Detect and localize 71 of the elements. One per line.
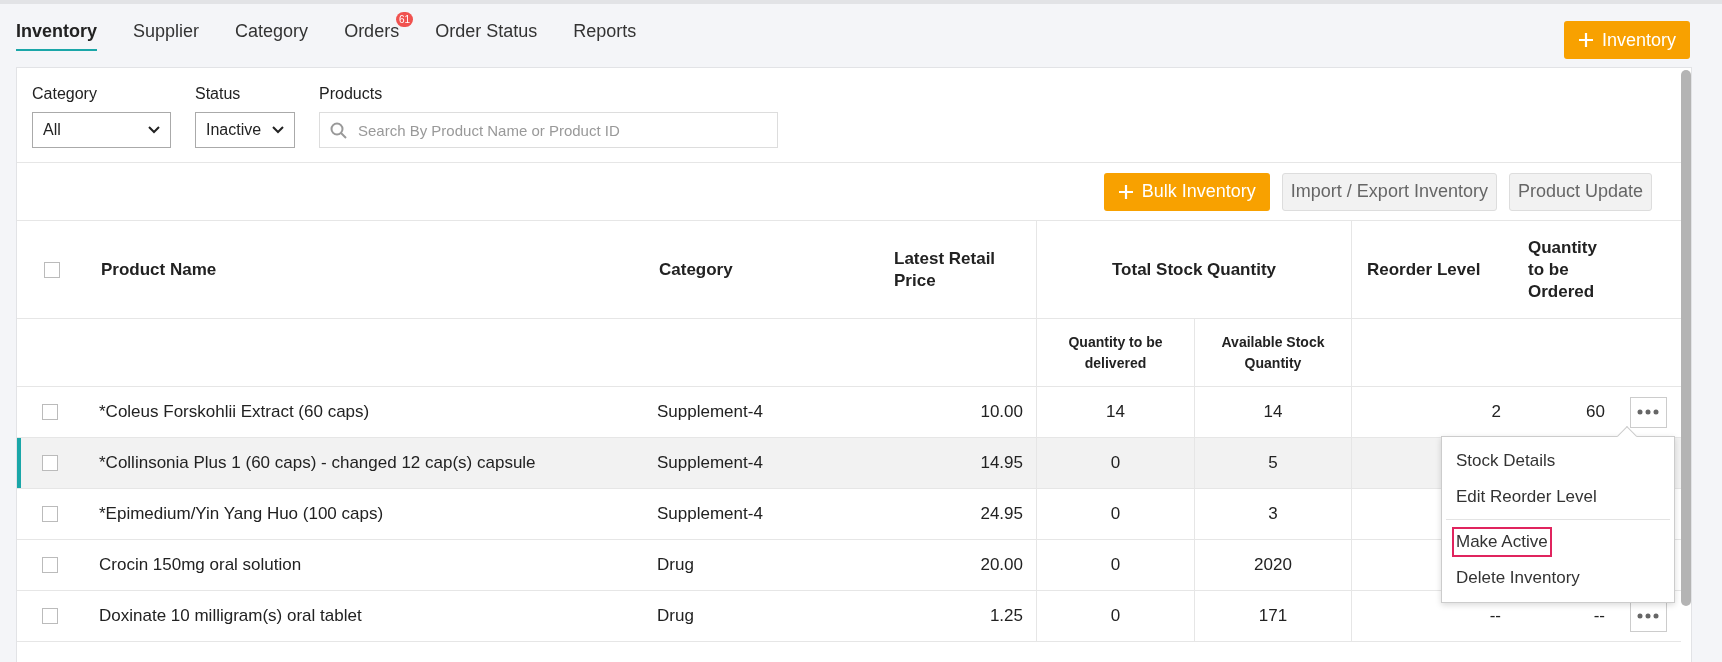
status-dropdown[interactable]: Inactive bbox=[195, 112, 295, 148]
table-cell-text: 171 bbox=[1258, 605, 1288, 628]
table-cell: -- bbox=[1489, 606, 1501, 626]
table-cell-text: 3 bbox=[1268, 503, 1278, 526]
caret-icon bbox=[272, 126, 284, 134]
table-cell: 20.00 bbox=[980, 555, 1023, 575]
menu-item[interactable]: Delete Inventory bbox=[1456, 564, 1580, 591]
table-cell-text: 0 bbox=[1110, 605, 1121, 628]
field-label: Category bbox=[32, 84, 98, 104]
category-dropdown[interactable]: All bbox=[32, 112, 171, 148]
ellipsis-icon bbox=[1637, 409, 1659, 415]
checkbox[interactable] bbox=[42, 506, 58, 522]
column-header: Available Stock Quantity bbox=[1220, 332, 1326, 373]
column-header: Latest Retail Price bbox=[894, 248, 996, 290]
table-cell: 14.95 bbox=[980, 453, 1023, 473]
plus-icon bbox=[1577, 32, 1594, 48]
nav-tab[interactable]: Order Status bbox=[435, 18, 538, 51]
column-header: Quantity to be Ordered bbox=[1528, 237, 1597, 301]
toolbar-button[interactable]: Product Update bbox=[1508, 172, 1652, 211]
search-icon bbox=[330, 122, 347, 139]
nav-tab[interactable]: Supplier bbox=[133, 18, 200, 51]
table-cell: Supplement-4 bbox=[657, 504, 763, 524]
field-label: Products bbox=[319, 84, 384, 104]
checkbox[interactable] bbox=[42, 608, 58, 624]
checkbox[interactable] bbox=[44, 261, 60, 278]
field-label: Status bbox=[195, 84, 242, 104]
toolbar-button[interactable]: Import / Export Inventory bbox=[1281, 172, 1497, 211]
menu-item[interactable]: Edit Reorder Level bbox=[1456, 483, 1597, 510]
notification-badge: 61 bbox=[396, 12, 414, 27]
table-cell: Doxinate 10 milligram(s) oral tablet bbox=[99, 606, 362, 626]
table-cell: *Collinsonia Plus 1 (60 caps) - changed 12 cap(s) capsule bbox=[99, 453, 536, 473]
menu-item[interactable]: Stock Details bbox=[1456, 447, 1556, 474]
table-cell-text: 14 bbox=[1263, 401, 1283, 424]
plus-icon bbox=[1117, 183, 1134, 200]
table-cell: 10.00 bbox=[980, 402, 1023, 422]
table-cell-text: 14 bbox=[1106, 401, 1125, 424]
table-cell: Supplement-4 bbox=[657, 453, 763, 473]
checkbox[interactable] bbox=[42, 455, 58, 471]
column-header: Total Stock Quantity bbox=[1111, 258, 1276, 281]
table-cell: Supplement-4 bbox=[657, 402, 763, 422]
checkbox[interactable] bbox=[42, 404, 58, 420]
column-header: Product Name bbox=[101, 259, 217, 279]
table-cell-text: 2020 bbox=[1254, 554, 1292, 577]
scrollbar[interactable] bbox=[1681, 70, 1691, 606]
table-cell: Drug bbox=[657, 606, 694, 626]
nav-tab[interactable]: Category bbox=[235, 18, 309, 51]
nav-tab[interactable]: Inventory bbox=[16, 18, 98, 51]
table-cell-text: 0 bbox=[1110, 503, 1121, 526]
table-cell: 24.95 bbox=[980, 504, 1023, 524]
table-cell: 1.25 bbox=[989, 606, 1023, 626]
caret-icon bbox=[148, 126, 160, 134]
column-header: Category bbox=[659, 259, 733, 279]
table-cell-text: 0 bbox=[1110, 554, 1121, 577]
table-cell-text: 0 bbox=[1110, 452, 1121, 475]
table-cell: *Epimedium/Yin Yang Huo (100 caps) bbox=[99, 504, 384, 524]
table-cell-text: 5 bbox=[1268, 452, 1278, 475]
ellipsis-icon bbox=[1637, 613, 1659, 619]
column-header: Quantity to be delivered bbox=[1067, 332, 1164, 373]
search-field[interactable]: Search By Product Name or Product ID bbox=[319, 112, 778, 148]
more-options-button[interactable] bbox=[1629, 396, 1667, 428]
table-cell: 2 bbox=[1491, 402, 1501, 422]
table-cell: Drug bbox=[657, 555, 694, 575]
menu-item[interactable]: Make Active bbox=[1454, 528, 1550, 555]
table-cell: 60 bbox=[1586, 402, 1605, 422]
table-cell: *Coleus Forskohlii Extract (60 caps) bbox=[99, 402, 370, 422]
nav-tab[interactable]: Reports bbox=[573, 18, 637, 51]
table-cell: Crocin 150mg oral solution bbox=[99, 555, 302, 575]
selection-bar bbox=[17, 438, 21, 488]
table-cell: -- bbox=[1593, 606, 1605, 626]
column-header: Reorder Level bbox=[1367, 259, 1481, 279]
checkbox[interactable] bbox=[42, 557, 58, 573]
